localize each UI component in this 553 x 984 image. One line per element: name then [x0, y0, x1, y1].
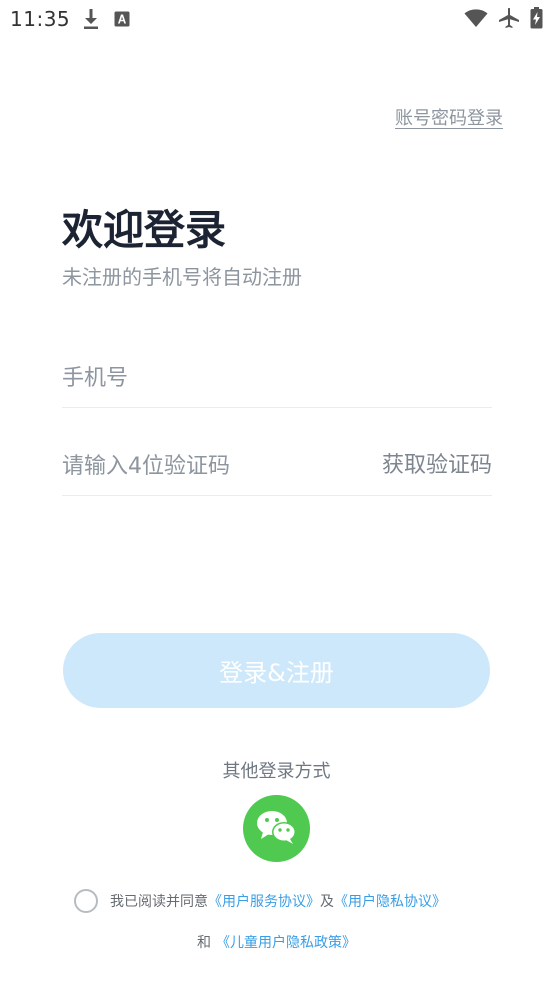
wechat-login-button[interactable] [243, 795, 310, 862]
children-privacy-policy-link[interactable]: 《儿童用户隐私政策》 [216, 935, 356, 951]
welcome-title: 欢迎登录 [62, 206, 226, 254]
agreement-line-2: 和 《儿童用户隐私政策》 [0, 932, 553, 954]
get-code-button[interactable]: 获取验证码 [382, 444, 492, 488]
airplane-icon [498, 7, 520, 29]
status-right-icons [464, 6, 543, 30]
battery-charging-icon [530, 7, 543, 29]
login-screen: 11:35 账号密码登录 欢迎登录 未注册的手机号将自动注册 手机号 请输入4位… [0, 0, 553, 984]
agreement-checkbox[interactable] [74, 889, 98, 913]
user-privacy-agreement-link[interactable]: 《用户隐私协议》 [334, 891, 446, 911]
login-register-button[interactable]: 登录&注册 [63, 633, 490, 708]
phone-input[interactable] [62, 356, 352, 400]
user-service-agreement-link[interactable]: 《用户服务协议》 [208, 891, 320, 911]
verification-code-input[interactable] [62, 444, 352, 488]
status-time: 11:35 [10, 7, 71, 31]
phone-field-row [62, 348, 492, 408]
agreement-and-2: 和 [196, 935, 211, 951]
wifi-icon [464, 8, 488, 28]
agreement-and-1: 及 [320, 894, 334, 910]
code-field-row: 获取验证码 [62, 436, 492, 496]
welcome-subtitle: 未注册的手机号将自动注册 [62, 265, 302, 289]
agreement-prefix: 我已阅读并同意 [110, 894, 208, 910]
keyboard-a-icon [114, 11, 130, 27]
status-left-icons [82, 8, 130, 30]
agreement-line: 我已阅读并同意 《用户服务协议》 及 《用户隐私协议》 [74, 888, 446, 914]
account-password-login-link[interactable]: 账号密码登录 [395, 104, 503, 130]
other-login-label: 其他登录方式 [222, 761, 331, 782]
wechat-icon [255, 808, 299, 850]
status-bar: 11:35 [0, 0, 553, 38]
download-icon [82, 8, 100, 30]
